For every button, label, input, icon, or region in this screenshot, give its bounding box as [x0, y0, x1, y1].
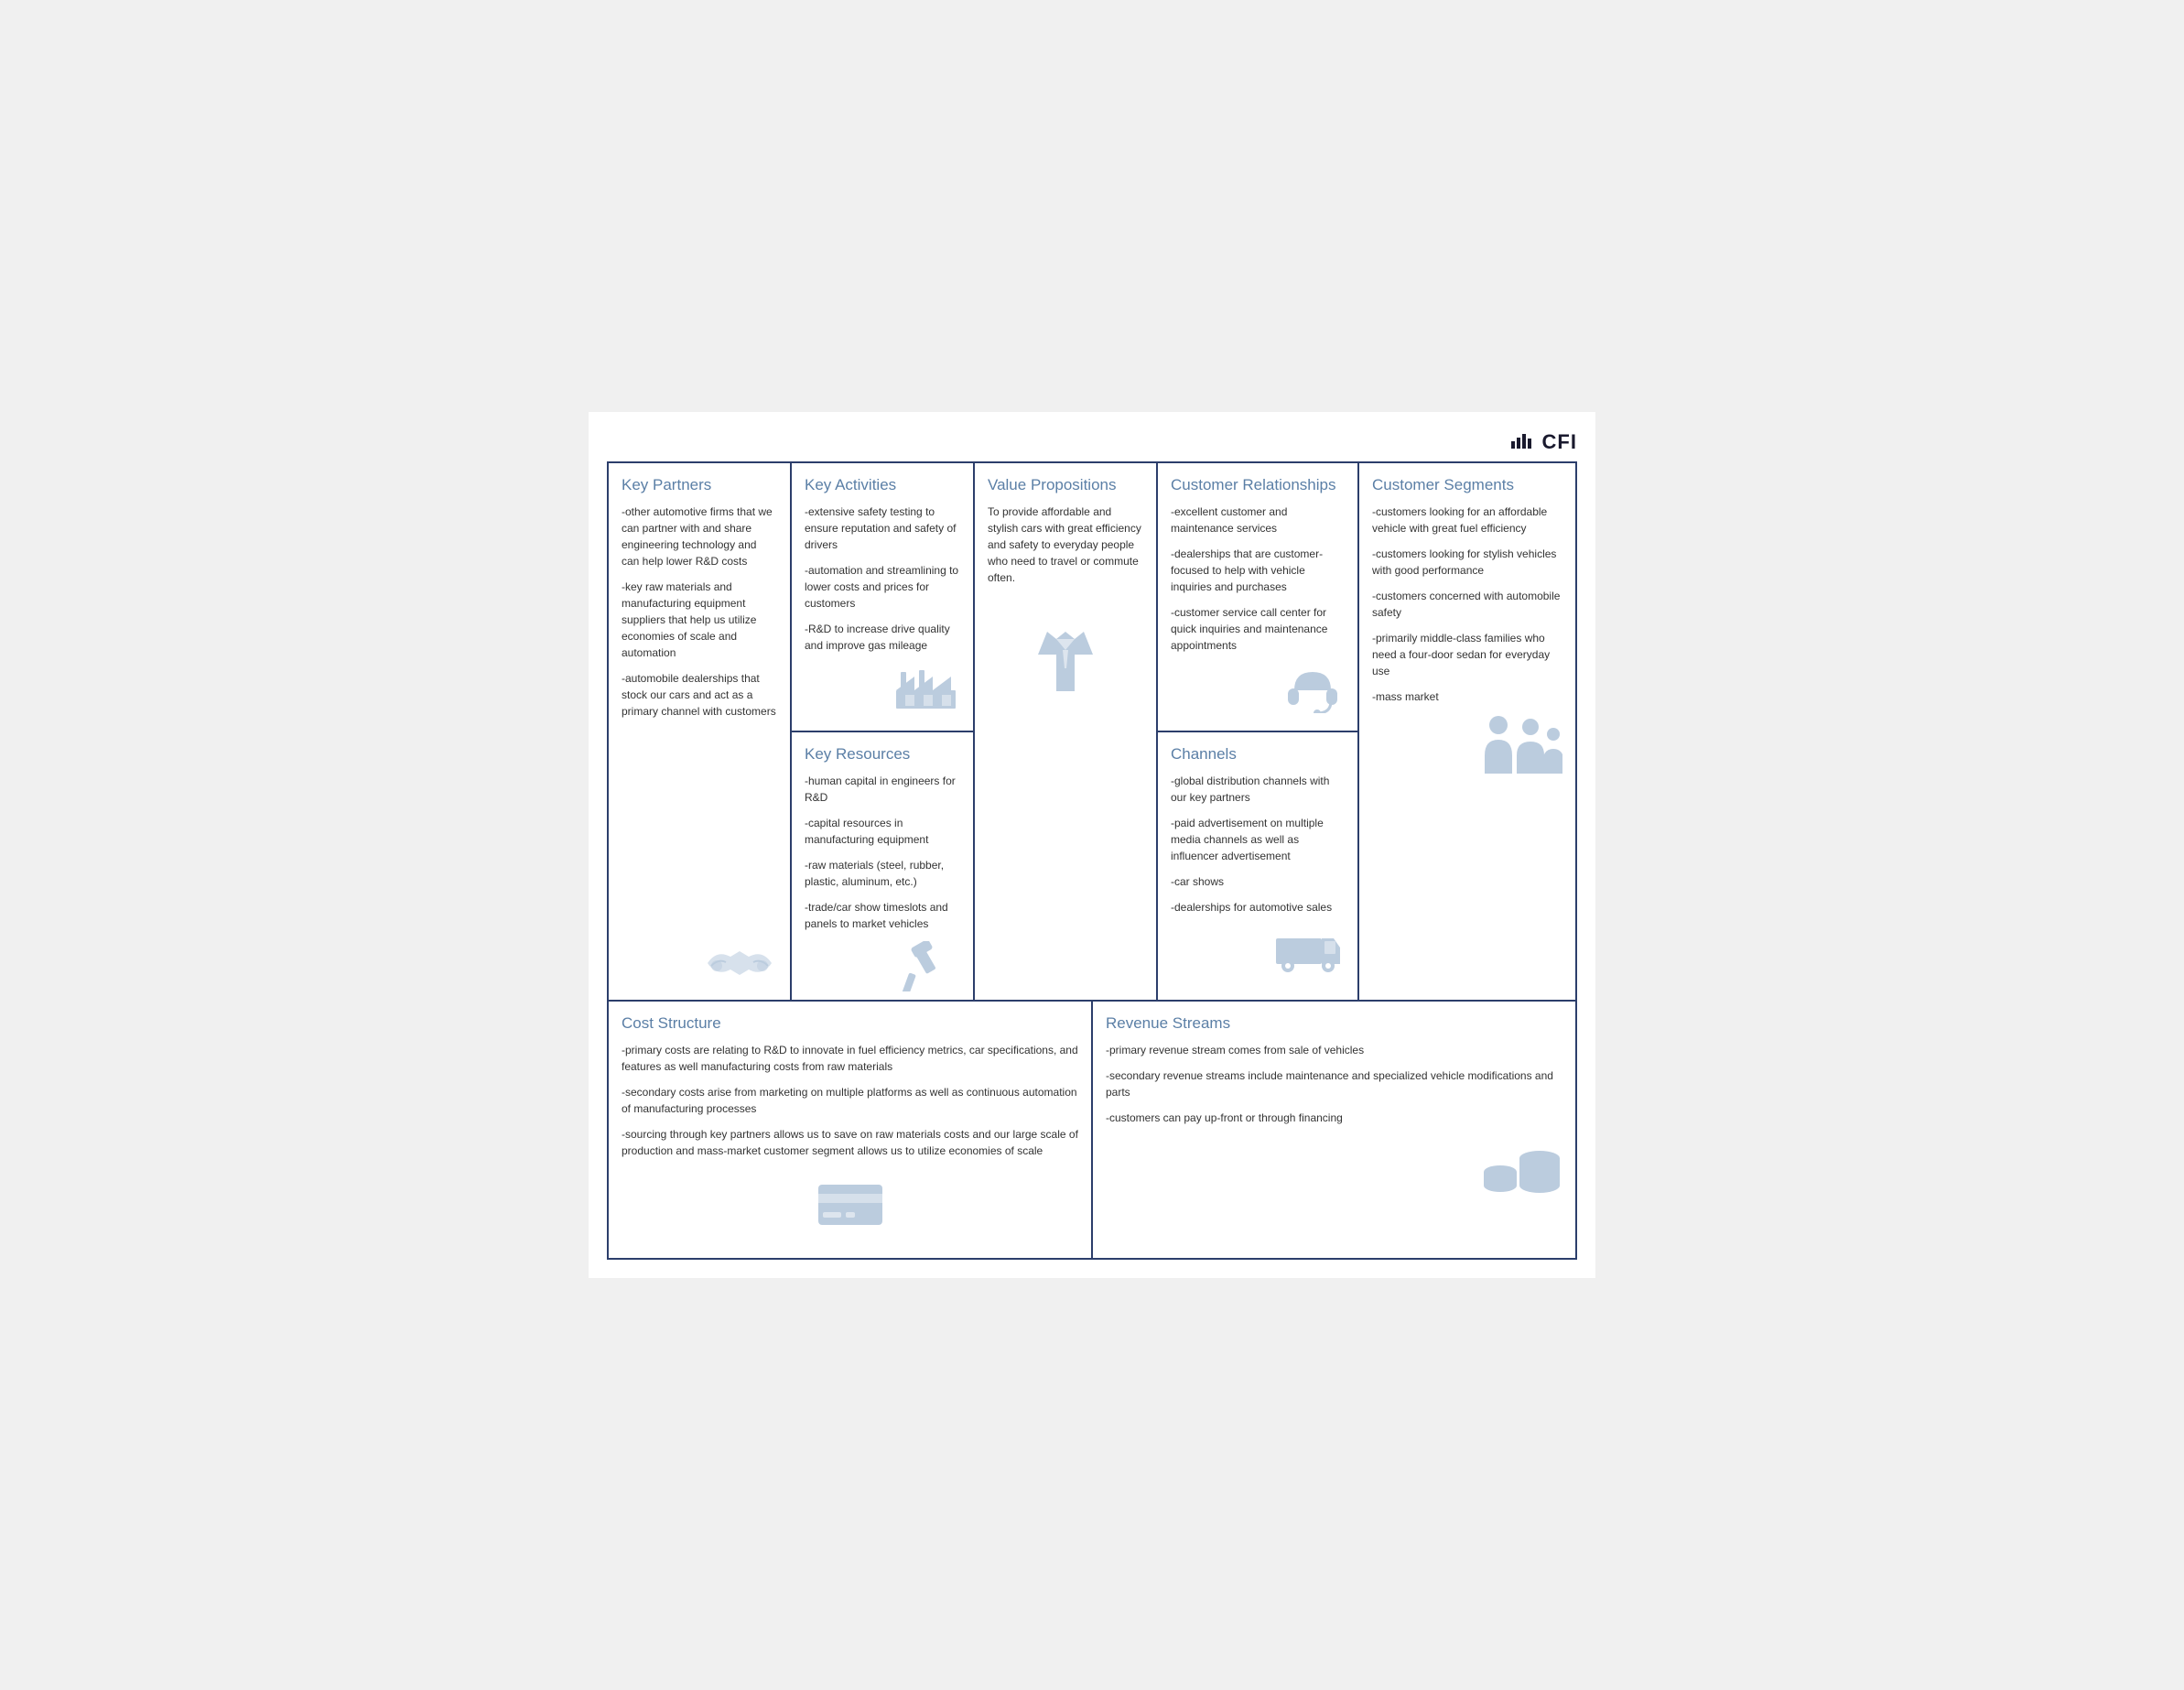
key-partners-item-3: -automobile dealerships that stock our c… — [622, 670, 777, 720]
value-propositions-text: To provide affordable and stylish cars w… — [988, 504, 1143, 586]
cust-seg-item-4: -primarily middle-class families who nee… — [1372, 630, 1562, 679]
customer-rel-wrapper: Customer Relationships -excellent custom… — [1158, 463, 1359, 1000]
bmc-grid: Key Partners -other automotive firms tha… — [607, 461, 1577, 1260]
factory-icon — [805, 663, 960, 713]
channels-content: -global distribution channels with our k… — [1171, 773, 1345, 915]
key-activities-item-1: -extensive safety testing to ensure repu… — [805, 504, 960, 553]
cust-seg-item-1: -customers looking for an affordable veh… — [1372, 504, 1562, 536]
key-activities-cell: Key Activities -extensive safety testing… — [792, 463, 973, 732]
key-partners-item-2: -key raw materials and manufacturing equ… — [622, 579, 777, 661]
coins-icon — [1106, 1144, 1562, 1204]
cust-seg-item-2: -customers looking for stylish vehicles … — [1372, 546, 1562, 579]
key-partners-cell: Key Partners -other automotive firms tha… — [609, 463, 792, 1000]
customer-relationships-title: Customer Relationships — [1171, 476, 1345, 494]
revenue-streams-item-3: -customers can pay up-front or through f… — [1106, 1110, 1562, 1126]
key-resources-content: -human capital in engineers for R&D -cap… — [805, 773, 960, 932]
key-resources-cell: Key Resources -human capital in engineer… — [792, 732, 973, 1000]
suit-icon — [988, 623, 1143, 696]
channels-item-1: -global distribution channels with our k… — [1171, 773, 1345, 806]
key-resources-item-4: -trade/car show timeslots and panels to … — [805, 899, 960, 932]
customer-segments-title: Customer Segments — [1372, 476, 1562, 494]
value-propositions-content: To provide affordable and stylish cars w… — [988, 504, 1143, 586]
customer-segments-cell: Customer Segments -customers looking for… — [1359, 463, 1575, 1000]
key-partners-title: Key Partners — [622, 476, 777, 494]
cust-rel-item-2: -dealerships that are customer-focused t… — [1171, 546, 1345, 595]
cost-structure-item-2: -secondary costs arise from marketing on… — [622, 1084, 1078, 1117]
channels-item-2: -paid advertisement on multiple media ch… — [1171, 815, 1345, 864]
revenue-streams-title: Revenue Streams — [1106, 1014, 1562, 1033]
tools-icon — [805, 941, 960, 991]
family-icon — [1372, 714, 1562, 778]
key-activities-wrapper: Key Activities -extensive safety testing… — [792, 463, 975, 1000]
key-resources-item-1: -human capital in engineers for R&D — [805, 773, 960, 806]
key-resources-item-2: -capital resources in manufacturing equi… — [805, 815, 960, 848]
logo-bars-icon — [1511, 432, 1531, 449]
cust-rel-item-3: -customer service call center for quick … — [1171, 604, 1345, 654]
value-propositions-cell: Value Propositions To provide affordable… — [975, 463, 1158, 1000]
logo: CFI — [1511, 430, 1577, 454]
bottom-section: Cost Structure -primary costs are relati… — [609, 1002, 1575, 1258]
top-section: Key Partners -other automotive firms tha… — [609, 463, 1575, 1002]
key-resources-item-3: -raw materials (steel, rubber, plastic, … — [805, 857, 960, 890]
cost-structure-title: Cost Structure — [622, 1014, 1078, 1033]
cost-structure-cell: Cost Structure -primary costs are relati… — [609, 1002, 1093, 1258]
key-activities-item-3: -R&D to increase drive quality and impro… — [805, 621, 960, 654]
revenue-streams-cell: Revenue Streams -primary revenue stream … — [1093, 1002, 1575, 1258]
handshake-icon — [698, 931, 781, 991]
revenue-streams-item-2: -secondary revenue streams include maint… — [1106, 1067, 1562, 1100]
key-resources-title: Key Resources — [805, 745, 960, 764]
cost-structure-item-1: -primary costs are relating to R&D to in… — [622, 1042, 1078, 1075]
page-wrapper: CFI Key Partners -other automotive firms… — [589, 412, 1595, 1278]
truck-icon — [1171, 925, 1345, 975]
channels-item-4: -dealerships for automotive sales — [1171, 899, 1345, 915]
value-propositions-title: Value Propositions — [988, 476, 1143, 494]
customer-relationships-cell: Customer Relationships -excellent custom… — [1158, 463, 1357, 732]
key-partners-item-1: -other automotive firms that we can part… — [622, 504, 777, 569]
channels-title: Channels — [1171, 745, 1345, 764]
cust-seg-item-5: -mass market — [1372, 688, 1562, 705]
headset-icon — [1171, 663, 1345, 713]
key-activities-title: Key Activities — [805, 476, 960, 494]
key-partners-content: -other automotive firms that we can part… — [622, 504, 777, 720]
revenue-streams-item-1: -primary revenue stream comes from sale … — [1106, 1042, 1562, 1058]
key-activities-content: -extensive safety testing to ensure repu… — [805, 504, 960, 654]
cost-structure-item-3: -sourcing through key partners allows us… — [622, 1126, 1078, 1159]
cust-seg-item-3: -customers concerned with automobile saf… — [1372, 588, 1562, 621]
creditcard-icon — [622, 1177, 1078, 1232]
key-activities-item-2: -automation and streamlining to lower co… — [805, 562, 960, 612]
channels-cell: Channels -global distribution channels w… — [1158, 732, 1357, 1000]
revenue-streams-content: -primary revenue stream comes from sale … — [1106, 1042, 1562, 1126]
customer-segments-content: -customers looking for an affordable veh… — [1372, 504, 1562, 705]
cust-rel-item-1: -excellent customer and maintenance serv… — [1171, 504, 1345, 536]
customer-relationships-content: -excellent customer and maintenance serv… — [1171, 504, 1345, 654]
channels-item-3: -car shows — [1171, 873, 1345, 890]
logo-area: CFI — [607, 430, 1577, 454]
cost-structure-content: -primary costs are relating to R&D to in… — [622, 1042, 1078, 1159]
